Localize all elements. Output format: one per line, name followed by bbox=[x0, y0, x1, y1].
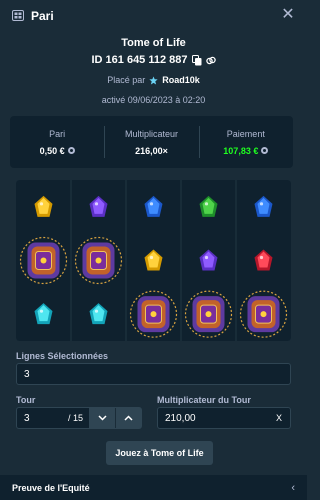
tour-multiplier-value: 210,00 bbox=[165, 412, 196, 424]
play-game-button[interactable]: Jouez à Tome of Life bbox=[106, 441, 213, 465]
tour-label: Tour bbox=[16, 395, 36, 405]
stat-bet: Pari 0,50 € bbox=[10, 116, 104, 168]
tour-input[interactable]: 3 / 15 bbox=[17, 408, 89, 428]
close-icon[interactable]: ✕ bbox=[279, 6, 297, 24]
tour-total: / 15 bbox=[67, 413, 83, 423]
provably-fair-label: Preuve de l'Equité bbox=[12, 482, 90, 493]
lines-label: Lignes Sélectionnées bbox=[16, 351, 109, 361]
modal-title: Pari bbox=[31, 9, 54, 23]
stat-bet-value: 0,50 € bbox=[39, 145, 65, 156]
modal-header: Pari ✕ bbox=[0, 0, 307, 32]
link-icon[interactable] bbox=[205, 55, 216, 66]
stat-payout-value: 107,83 € bbox=[223, 145, 259, 156]
multiplier-suffix: X bbox=[275, 413, 282, 423]
stat-bet-label: Pari bbox=[49, 128, 66, 139]
stat-bet-value-wrap: 0,50 € bbox=[40, 146, 75, 156]
currency-icon bbox=[67, 147, 75, 154]
chevron-down-icon bbox=[97, 415, 107, 421]
copy-icon[interactable] bbox=[191, 54, 202, 66]
provably-fair-bar[interactable]: Preuve de l'Equité ‹ bbox=[0, 475, 307, 500]
board-grid bbox=[16, 180, 291, 341]
game-board bbox=[16, 180, 291, 341]
chevron-up-icon bbox=[124, 415, 133, 421]
stat-payout-label: Paiement bbox=[226, 128, 265, 139]
stat-multiplier-value: 216,00× bbox=[135, 145, 168, 156]
currency-icon bbox=[261, 147, 269, 154]
placed-by-label: Placé par bbox=[107, 75, 146, 85]
game-title: Tome of Life bbox=[121, 37, 186, 49]
chevron-left-icon[interactable]: ‹ bbox=[291, 482, 295, 494]
tour-decrement-button[interactable] bbox=[89, 408, 115, 428]
username-link[interactable]: Road10k bbox=[162, 75, 200, 85]
stat-payout: Paiement 107,83 € bbox=[198, 116, 293, 168]
tour-multiplier-field[interactable]: 210,00 X bbox=[157, 407, 291, 429]
tour-value: 3 bbox=[24, 412, 30, 424]
stat-payout-value-wrap: 107,83 € bbox=[223, 145, 269, 156]
lines-input[interactable]: 3 bbox=[16, 363, 291, 385]
bet-id-row: ID 161 645 112 887 bbox=[0, 54, 307, 66]
tour-multiplier-label: Multiplicateur du Tour bbox=[157, 395, 251, 405]
tour-increment-button[interactable] bbox=[115, 408, 141, 428]
bet-id: ID 161 645 112 887 bbox=[91, 54, 188, 66]
bet-stats-panel: Pari 0,50 € Multiplicateur 216,00× Paiem… bbox=[10, 116, 293, 168]
stat-multiplier: Multiplicateur 216,00× bbox=[104, 116, 198, 168]
vip-star-icon bbox=[149, 75, 158, 84]
bet-slip-icon bbox=[12, 10, 24, 21]
tour-stepper: 3 / 15 bbox=[16, 407, 142, 429]
stat-multiplier-label: Multiplicateur bbox=[124, 128, 178, 139]
placed-by-row: Placé par Road10k bbox=[0, 75, 307, 85]
activation-date: activé 09/06/2023 à 02:20 bbox=[101, 95, 206, 105]
